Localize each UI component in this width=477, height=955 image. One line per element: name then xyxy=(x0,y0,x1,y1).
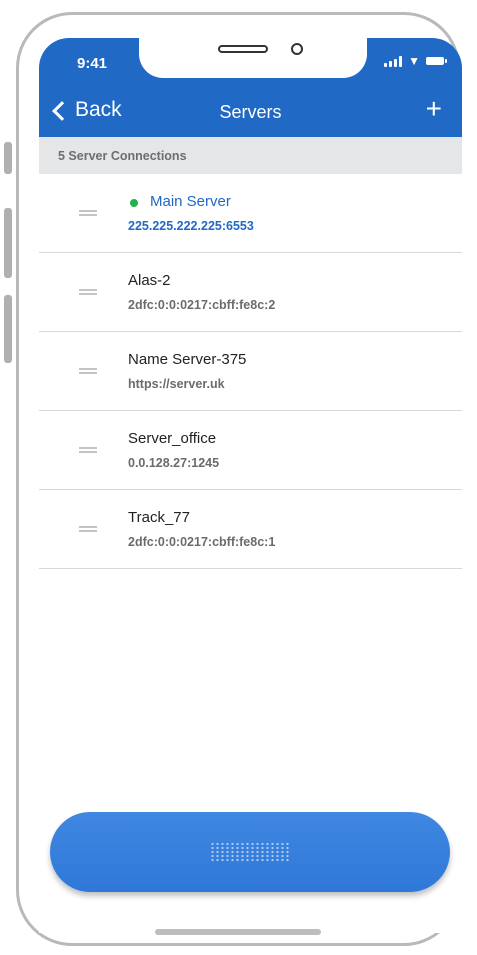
signal-icon xyxy=(384,55,403,67)
server-address: 2dfc:0:0:0217:cbff:fe8c:2 xyxy=(128,298,276,312)
notch xyxy=(139,38,367,78)
status-time: 9:41 xyxy=(77,55,108,72)
wifi-icon: ▼ xyxy=(408,54,420,68)
home-indicator[interactable] xyxy=(155,929,321,935)
server-count-header: 5 Server Connections xyxy=(39,137,462,174)
screen: 9:41 ▼ Back Servers + 5 Server Connectio… xyxy=(39,38,462,933)
server-row[interactable]: Track_77 2dfc:0:0:0217:cbff:fe8c:1 xyxy=(39,490,462,569)
camera-icon xyxy=(291,43,303,55)
volume-down-button xyxy=(4,295,12,363)
server-address: https://server.uk xyxy=(128,377,225,391)
server-name: Alas-2 xyxy=(128,272,171,289)
mute-switch xyxy=(4,142,12,174)
server-address: 225.225.222.225:6553 xyxy=(128,219,254,233)
volume-up-button xyxy=(4,208,12,278)
nav-bar: 9:41 ▼ Back Servers + xyxy=(39,38,462,137)
page-title: Servers xyxy=(219,102,282,122)
primary-action-button[interactable] xyxy=(50,812,450,892)
speaker-icon xyxy=(218,45,268,53)
server-row[interactable]: Name Server-375 https://server.uk xyxy=(39,332,462,411)
server-address: 2dfc:0:0:0217:cbff:fe8c:1 xyxy=(128,535,276,549)
drag-handle-icon[interactable] xyxy=(79,526,97,532)
drag-handle-icon[interactable] xyxy=(79,289,97,295)
battery-icon xyxy=(426,57,447,65)
server-name: Track_77 xyxy=(128,509,190,526)
drag-handle-icon[interactable] xyxy=(79,368,97,374)
server-list: Main Server 225.225.222.225:6553 Alas-2 … xyxy=(39,174,462,569)
server-row[interactable]: Server_office 0.0.128.27:1245 xyxy=(39,411,462,490)
status-icons: ▼ xyxy=(384,54,447,68)
server-name: Name Server-375 xyxy=(128,351,247,368)
add-server-button[interactable]: + xyxy=(426,95,442,123)
server-address: 0.0.128.27:1245 xyxy=(128,456,220,470)
grip-texture xyxy=(210,842,290,862)
server-name: Server_office xyxy=(128,430,217,447)
drag-handle-icon[interactable] xyxy=(79,210,97,216)
server-name: Main Server xyxy=(150,193,231,210)
server-row-main[interactable]: Main Server 225.225.222.225:6553 xyxy=(39,174,462,253)
server-row[interactable]: Alas-2 2dfc:0:0:0217:cbff:fe8c:2 xyxy=(39,253,462,332)
connected-status-icon xyxy=(130,199,138,207)
drag-handle-icon[interactable] xyxy=(79,447,97,453)
